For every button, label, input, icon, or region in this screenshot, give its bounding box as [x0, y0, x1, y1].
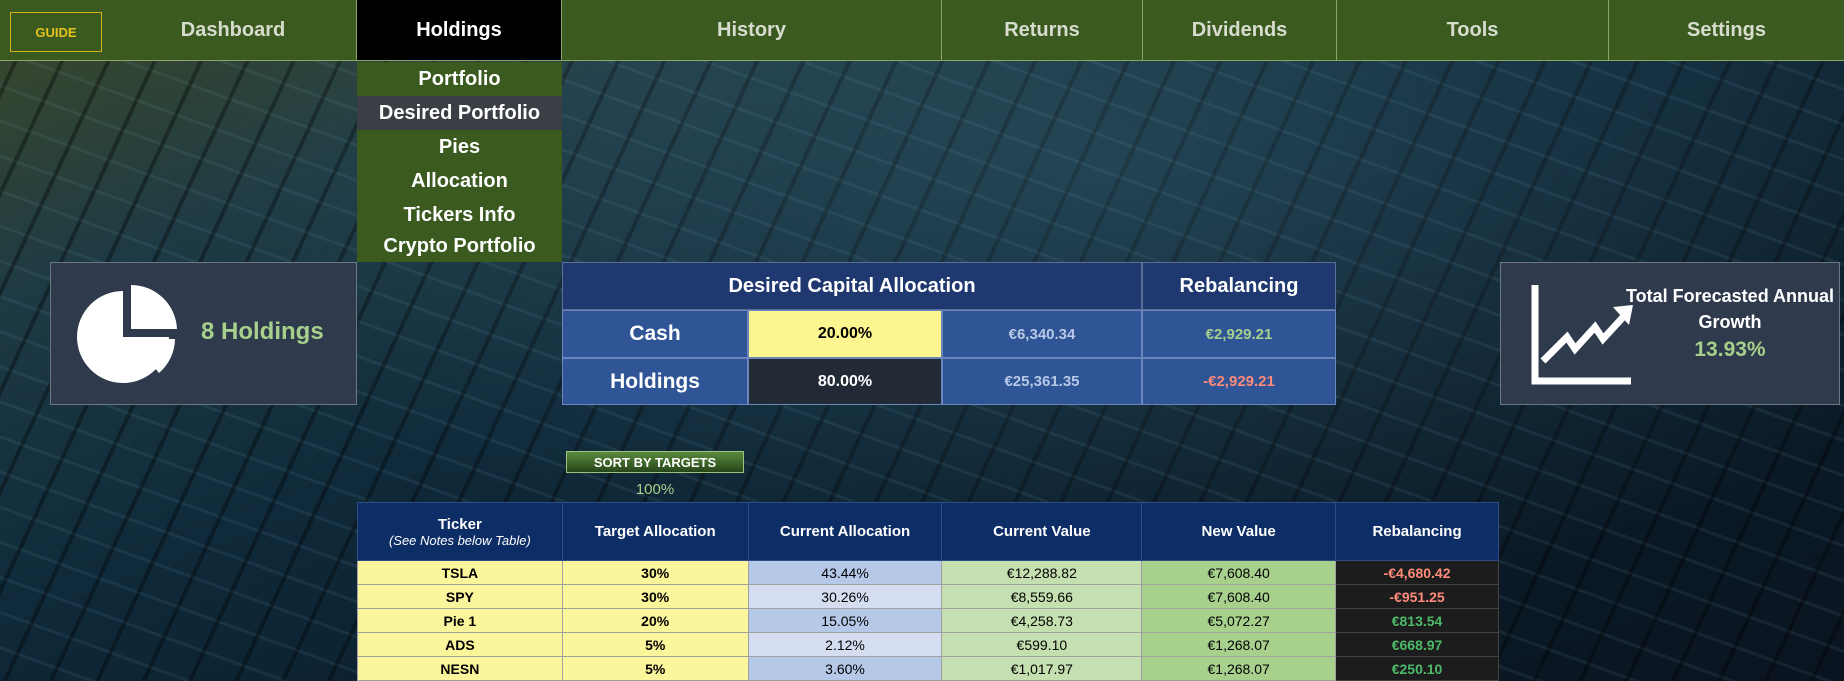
top-nav: GUIDE Dashboard Holdings History Returns…: [0, 0, 1844, 61]
col-current-value: Current Value: [941, 502, 1143, 561]
nav-tools[interactable]: Tools: [1337, 0, 1609, 60]
current-allocation-cell: 15.05%: [747, 608, 943, 633]
menu-item-desired-portfolio[interactable]: Desired Portfolio: [357, 96, 562, 130]
holdings-rebalancing: -€2,929.21: [1142, 358, 1336, 405]
holdings-pct: 80.00%: [748, 358, 942, 405]
table-row: NESN 5% 3.60% €1,017.97 €1,268.07 €250.1…: [357, 656, 1499, 681]
holdings-count-label: 8 Holdings: [201, 318, 324, 345]
col-rebalancing: Rebalancing: [1335, 502, 1499, 561]
col-ticker-note: (See Notes below Table): [388, 532, 531, 548]
growth-chart-icon: [1531, 285, 1633, 385]
rebalancing-title: Rebalancing: [1142, 262, 1336, 310]
rebalancing-cell: €668.97: [1335, 632, 1499, 657]
menu-item-tickers-info[interactable]: Tickers Info: [357, 198, 562, 232]
holdings-table: Ticker (See Notes below Table) Target Al…: [357, 502, 1499, 681]
rebalancing-cell: €813.54: [1335, 608, 1499, 633]
new-value-cell: €7,608.40: [1141, 560, 1337, 585]
col-new-value: New Value: [1141, 502, 1337, 561]
holdings-value: €25,361.35: [942, 358, 1142, 405]
current-value-cell: €8,559.66: [941, 584, 1143, 609]
ticker-cell[interactable]: ADS: [357, 632, 563, 657]
current-value-cell: €4,258.73: [941, 608, 1143, 633]
current-allocation-cell: 2.12%: [747, 632, 943, 657]
nav-settings[interactable]: Settings: [1609, 0, 1844, 60]
nav-dashboard[interactable]: Dashboard: [110, 0, 357, 60]
rebalancing-cell: €250.10: [1335, 656, 1499, 681]
new-value-cell: €7,608.40: [1141, 584, 1337, 609]
table-row: ADS 5% 2.12% €599.10 €1,268.07 €668.97: [357, 632, 1499, 657]
nav-dividends[interactable]: Dividends: [1143, 0, 1337, 60]
table-row: SPY 30% 30.26% €8,559.66 €7,608.40 -€951…: [357, 584, 1499, 609]
col-target-allocation: Target Allocation: [561, 502, 749, 561]
menu-item-pies[interactable]: Pies: [357, 130, 562, 164]
menu-item-allocation[interactable]: Allocation: [357, 164, 562, 198]
col-ticker-label: Ticker: [437, 515, 482, 533]
holdings-label: Holdings: [562, 358, 748, 405]
ticker-cell[interactable]: NESN: [357, 656, 563, 681]
table-row: TSLA 30% 43.44% €12,288.82 €7,608.40 -€4…: [357, 560, 1499, 585]
current-allocation-cell: 43.44%: [747, 560, 943, 585]
nav-holdings[interactable]: Holdings: [357, 0, 562, 60]
target-cell[interactable]: 30%: [561, 584, 749, 609]
current-allocation-cell: 3.60%: [747, 656, 943, 681]
holdings-count-card: 8 Holdings: [50, 262, 357, 405]
guide-button[interactable]: GUIDE: [10, 12, 102, 52]
nav-history[interactable]: History: [562, 0, 942, 60]
new-value-cell: €5,072.27: [1141, 608, 1337, 633]
growth-label: Total Forecasted Annual Growth: [1625, 286, 1835, 332]
target-cell[interactable]: 30%: [561, 560, 749, 585]
rebalancing-cell: -€951.25: [1335, 584, 1499, 609]
current-value-cell: €12,288.82: [941, 560, 1143, 585]
current-value-cell: €1,017.97: [941, 656, 1143, 681]
growth-card: Total Forecasted Annual Growth 13.93%: [1500, 262, 1840, 405]
new-value-cell: €1,268.07: [1141, 656, 1337, 681]
target-total: 100%: [635, 481, 675, 498]
target-cell[interactable]: 20%: [561, 608, 749, 633]
current-allocation-cell: 30.26%: [747, 584, 943, 609]
cash-label: Cash: [562, 310, 748, 358]
menu-item-crypto-portfolio[interactable]: Crypto Portfolio: [357, 230, 562, 262]
cash-value: €6,340.34: [942, 310, 1142, 358]
nav-returns[interactable]: Returns: [942, 0, 1143, 60]
cash-rebalancing: €2,929.21: [1142, 310, 1336, 358]
menu-item-portfolio[interactable]: Portfolio: [357, 62, 562, 96]
target-cell[interactable]: 5%: [561, 656, 749, 681]
table-header-row: Ticker (See Notes below Table) Target Al…: [357, 502, 1499, 561]
ticker-cell[interactable]: SPY: [357, 584, 563, 609]
ticker-cell[interactable]: Pie 1: [357, 608, 563, 633]
table-row: Pie 1 20% 15.05% €4,258.73 €5,072.27 €81…: [357, 608, 1499, 633]
col-ticker: Ticker (See Notes below Table): [357, 502, 563, 561]
sort-by-targets-button[interactable]: SORT BY TARGETS: [566, 451, 744, 473]
allocation-title: Desired Capital Allocation: [562, 262, 1142, 310]
current-value-cell: €599.10: [941, 632, 1143, 657]
pie-chart-icon: [77, 284, 177, 383]
cash-pct-input[interactable]: 20.00%: [748, 310, 942, 358]
target-cell[interactable]: 5%: [561, 632, 749, 657]
new-value-cell: €1,268.07: [1141, 632, 1337, 657]
ticker-cell[interactable]: TSLA: [357, 560, 563, 585]
growth-value: 13.93%: [1694, 338, 1766, 361]
col-current-allocation: Current Allocation: [747, 502, 943, 561]
rebalancing-cell: -€4,680.42: [1335, 560, 1499, 585]
